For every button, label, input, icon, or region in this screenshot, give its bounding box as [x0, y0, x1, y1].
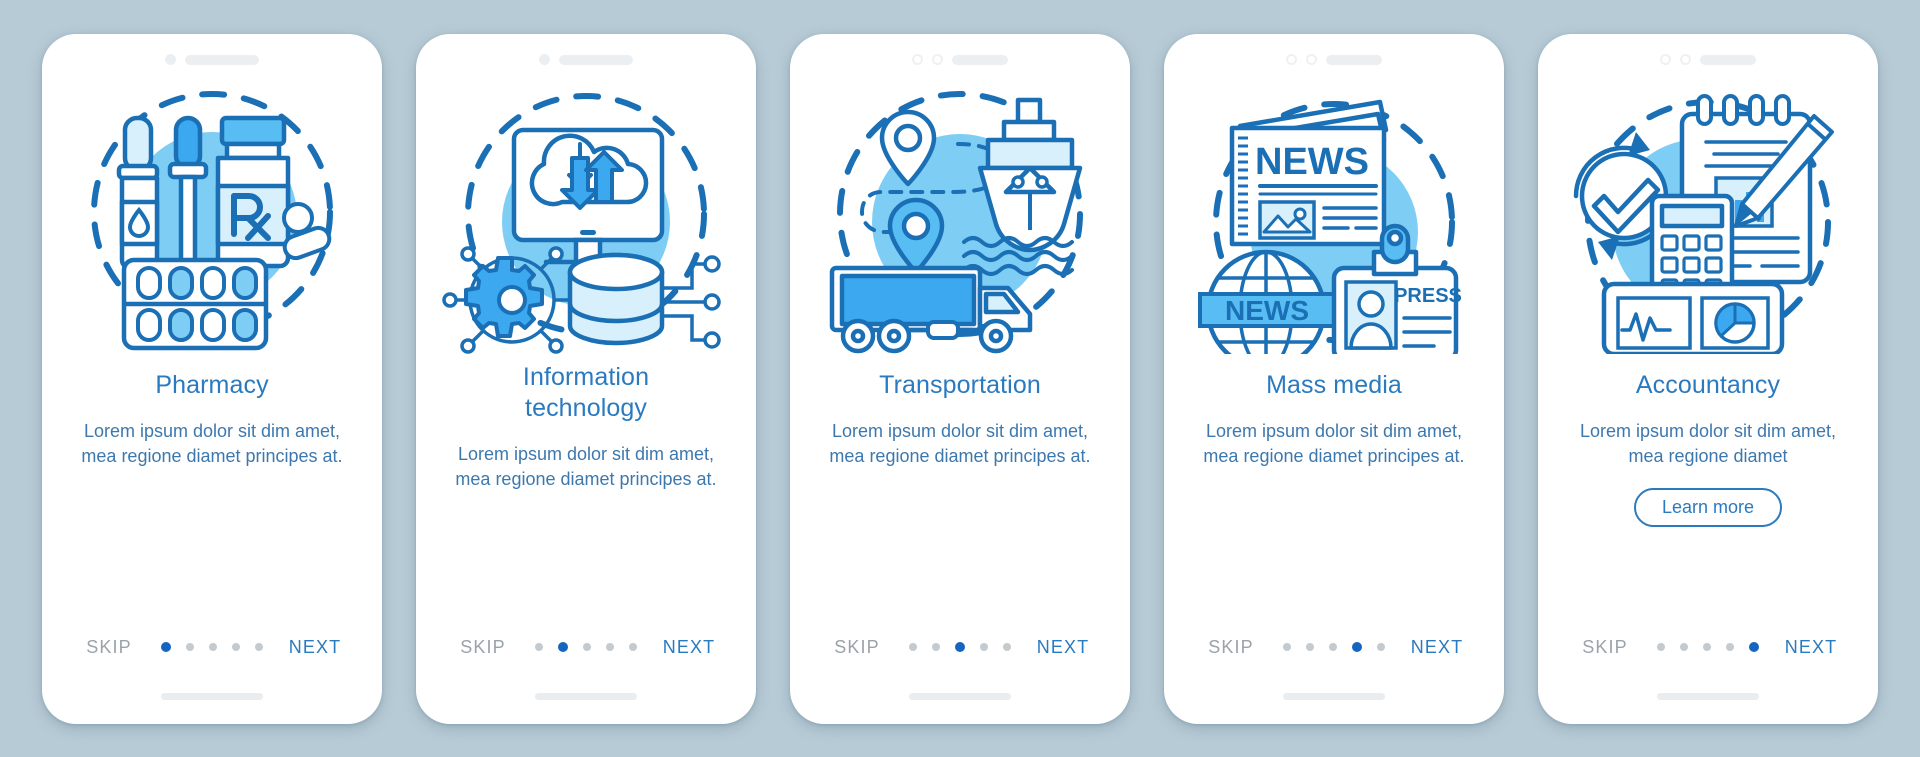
- step-dot-2[interactable]: [558, 642, 568, 652]
- globe-news-banner-text: NEWS: [1225, 295, 1309, 326]
- next-button[interactable]: NEXT: [272, 637, 358, 658]
- onboarding-card-pharmacy: Pharmacy Lorem ipsum dolor sit dim amet,…: [42, 33, 382, 724]
- skip-button[interactable]: SKIP: [440, 637, 526, 658]
- status-bar: [1164, 34, 1504, 76]
- speaker-pill-icon: [1326, 54, 1382, 65]
- step-dot-1[interactable]: [1657, 643, 1665, 651]
- page-description: Lorem ipsum dolor sit dim amet, mea regi…: [829, 420, 1091, 467]
- next-button[interactable]: NEXT: [1394, 637, 1480, 658]
- step-indicator: [1274, 642, 1394, 652]
- step-dot-4[interactable]: [1352, 642, 1362, 652]
- accountancy-illustration: [1558, 82, 1858, 354]
- page-title: Accountancy: [1635, 370, 1781, 399]
- onboarding-nav: SKIP NEXT: [790, 637, 1130, 658]
- press-badge-text: PRESS: [1394, 285, 1462, 307]
- onboarding-screens-board: Pharmacy Lorem ipsum dolor sit dim amet,…: [0, 0, 1920, 757]
- step-dot-5[interactable]: [255, 643, 263, 651]
- step-dot-1[interactable]: [161, 642, 171, 652]
- speaker-pill-icon: [185, 54, 259, 65]
- skip-button[interactable]: SKIP: [1562, 637, 1648, 658]
- step-indicator: [900, 642, 1020, 652]
- step-dot-3[interactable]: [1703, 643, 1711, 651]
- step-dot-3[interactable]: [583, 643, 591, 651]
- page-title-line-2: technology: [525, 393, 647, 422]
- step-dot-1[interactable]: [909, 643, 917, 651]
- next-button[interactable]: NEXT: [646, 637, 732, 658]
- camera-dot-icon: [539, 54, 550, 65]
- onboarding-card-information-technology: Information technology Lorem ipsum dolor…: [416, 33, 756, 724]
- home-indicator: [1657, 692, 1759, 700]
- sensor-ring-icon: [932, 54, 943, 65]
- home-indicator: [1283, 692, 1385, 700]
- speaker-pill-icon: [952, 54, 1008, 65]
- page-title: Information technology: [441, 362, 731, 424]
- step-dot-4[interactable]: [980, 643, 988, 651]
- pharmacy-illustration: [62, 82, 362, 354]
- step-dot-4[interactable]: [232, 643, 240, 651]
- step-dot-5[interactable]: [1377, 643, 1385, 651]
- onboarding-nav: SKIP NEXT: [416, 637, 756, 658]
- home-indicator: [535, 692, 637, 700]
- speaker-pill-icon: [559, 54, 633, 65]
- page-description: Lorem ipsum dolor sit dim amet, mea regi…: [81, 420, 343, 467]
- step-indicator: [526, 642, 646, 652]
- page-title: Transportation: [879, 370, 1041, 399]
- step-dot-3[interactable]: [955, 642, 965, 652]
- step-dot-3[interactable]: [209, 643, 217, 651]
- speaker-pill-icon: [1700, 54, 1756, 65]
- onboarding-nav: SKIP NEXT: [42, 637, 382, 658]
- onboarding-card-mass-media: NEWS NEWS PRESS Mass media Lorem ipsum d…: [1164, 33, 1504, 724]
- step-indicator: [1648, 642, 1768, 652]
- camera-dot-icon: [165, 54, 176, 65]
- step-dot-1[interactable]: [1283, 643, 1291, 651]
- newspaper-masthead-text: NEWS: [1255, 141, 1369, 183]
- step-indicator: [152, 642, 272, 652]
- skip-button[interactable]: SKIP: [814, 637, 900, 658]
- skip-button[interactable]: SKIP: [66, 637, 152, 658]
- sensor-ring-icon: [1680, 54, 1691, 65]
- step-dot-4[interactable]: [606, 643, 614, 651]
- home-indicator: [161, 692, 263, 700]
- learn-more-button[interactable]: Learn more: [1633, 487, 1783, 527]
- onboarding-card-accountancy: Accountancy Lorem ipsum dolor sit dim am…: [1538, 33, 1878, 724]
- step-dot-2[interactable]: [186, 643, 194, 651]
- page-description: Lorem ipsum dolor sit dim amet, mea regi…: [455, 443, 717, 490]
- onboarding-nav: SKIP NEXT: [1538, 637, 1878, 658]
- status-bar: [416, 34, 756, 76]
- step-dot-1[interactable]: [535, 643, 543, 651]
- mass-media-illustration: NEWS NEWS PRESS: [1184, 82, 1484, 354]
- step-dot-3[interactable]: [1329, 643, 1337, 651]
- step-dot-5[interactable]: [629, 643, 637, 651]
- camera-ring-icon: [1286, 54, 1297, 65]
- next-button[interactable]: NEXT: [1768, 637, 1854, 658]
- home-indicator: [909, 692, 1011, 700]
- page-title-line-1: Information: [522, 362, 650, 391]
- status-bar: [1538, 34, 1878, 76]
- step-dot-2[interactable]: [1680, 643, 1688, 651]
- step-dot-2[interactable]: [1306, 643, 1314, 651]
- page-title: Mass media: [1266, 370, 1402, 399]
- page-description: Lorem ipsum dolor sit dim amet, mea regi…: [1579, 420, 1837, 467]
- status-bar: [790, 34, 1130, 76]
- information-technology-illustration: [436, 82, 736, 354]
- step-dot-5[interactable]: [1749, 642, 1759, 652]
- status-bar: [42, 34, 382, 76]
- page-description: Lorem ipsum dolor sit dim amet, mea regi…: [1203, 420, 1465, 467]
- camera-ring-icon: [1660, 54, 1671, 65]
- step-dot-4[interactable]: [1726, 643, 1734, 651]
- sensor-ring-icon: [1306, 54, 1317, 65]
- onboarding-card-transportation: Transportation Lorem ipsum dolor sit dim…: [790, 33, 1130, 724]
- skip-button[interactable]: SKIP: [1188, 637, 1274, 658]
- next-button[interactable]: NEXT: [1020, 637, 1106, 658]
- step-dot-5[interactable]: [1003, 643, 1011, 651]
- page-title: Pharmacy: [155, 370, 269, 399]
- onboarding-nav: SKIP NEXT: [1164, 637, 1504, 658]
- camera-ring-icon: [912, 54, 923, 65]
- step-dot-2[interactable]: [932, 643, 940, 651]
- transportation-illustration: [810, 82, 1110, 354]
